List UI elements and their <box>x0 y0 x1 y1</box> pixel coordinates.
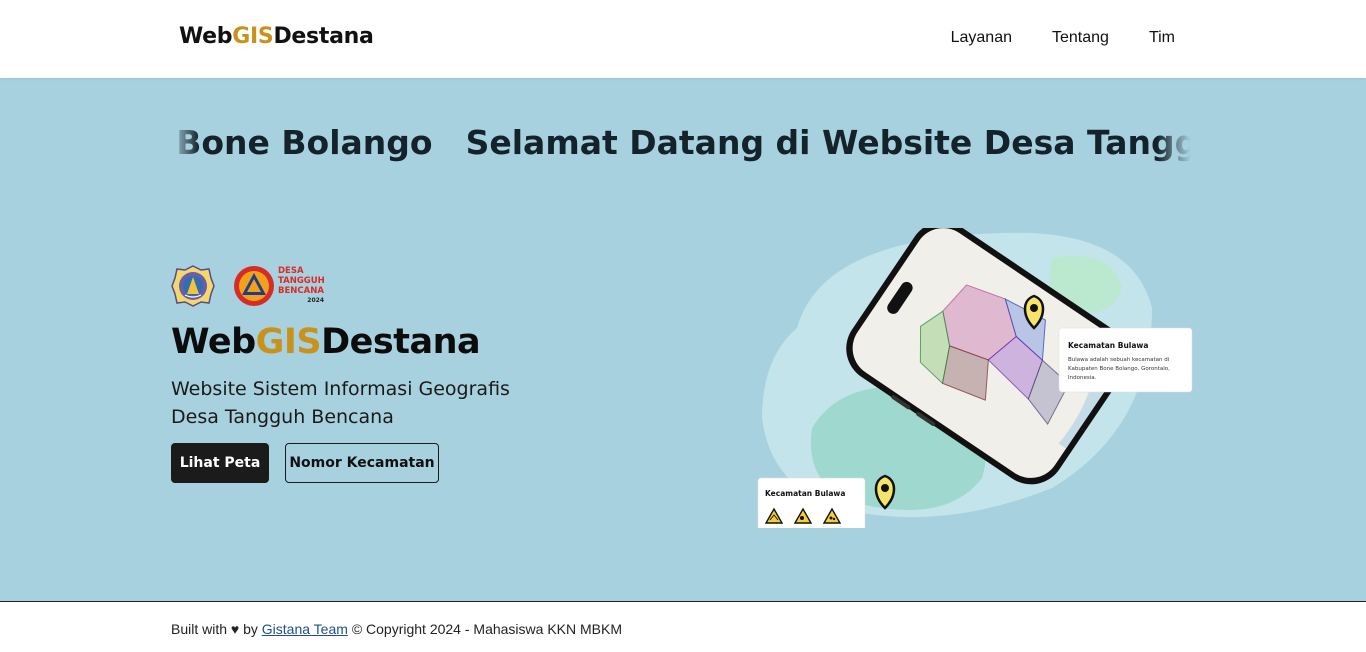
footer-prefix: Built with ♥ by <box>171 621 258 637</box>
footer-credit: Built with ♥ by Gistana Team © Copyright… <box>171 621 622 637</box>
brand-web: Web <box>179 24 233 49</box>
footer-team-link[interactable]: Gistana Team <box>262 621 348 637</box>
hero-subtitle: Website Sistem Informasi Geografis Desa … <box>171 378 510 428</box>
marquee-fade-left <box>171 120 199 170</box>
marquee-text: Selamat Datang di Website Desa Tangguh B… <box>171 123 433 162</box>
partner-logos: DESA TANGGUH BENCANA 2024 <box>171 264 325 308</box>
welcome-marquee: Selamat Datang di Website Desa Tangguh B… <box>171 120 1191 170</box>
view-map-button[interactable]: Lihat Peta <box>171 443 269 483</box>
brand-gis: GIS <box>232 24 274 49</box>
district-number-button[interactable]: Nomor Kecamatan <box>285 443 439 483</box>
footer: Built with ♥ by Gistana Team © Copyright… <box>0 601 1366 652</box>
nav-links: Layanan Tentang Tim <box>951 29 1175 47</box>
map-phone-illustration: Kecamatan Bulawa Bulawa adalah sebuah ke… <box>757 228 1193 528</box>
nav-brand[interactable]: WebGISDestana <box>179 24 374 49</box>
hero-title: WebGISDestana <box>171 322 481 362</box>
card-bottom-title: Kecamatan Bulawa <box>765 489 845 498</box>
marquee-text-repeat: Selamat Datang di Website Desa Tangguh B… <box>465 123 1191 162</box>
bnpb-emblem-icon <box>234 266 274 306</box>
navbar: WebGISDestana Layanan Tentang Tim <box>0 0 1366 78</box>
nav-link-tentang[interactable]: Tentang <box>1052 29 1109 47</box>
district-info-card-bottom: Kecamatan Bulawa <box>757 477 866 528</box>
nav-link-tim[interactable]: Tim <box>1149 29 1175 47</box>
card-top-title: Kecamatan Bulawa <box>1068 341 1148 350</box>
hero-section: Selamat Datang di Website Desa Tangguh B… <box>0 78 1366 601</box>
brand-destana: Destana <box>273 24 374 49</box>
marquee-fade-right <box>1157 120 1191 170</box>
footer-copyright: © Copyright 2024 - Mahasiswa KKN MBKM <box>351 621 623 637</box>
bone-bolango-emblem-icon <box>171 265 215 307</box>
destana-badge-text: DESA TANGGUH BENCANA 2024 <box>278 266 325 304</box>
destana-logo: DESA TANGGUH BENCANA 2024 <box>233 265 325 307</box>
nav-link-layanan[interactable]: Layanan <box>951 29 1012 47</box>
district-info-card-top: Kecamatan Bulawa Bulawa adalah sebuah ke… <box>1058 327 1193 393</box>
